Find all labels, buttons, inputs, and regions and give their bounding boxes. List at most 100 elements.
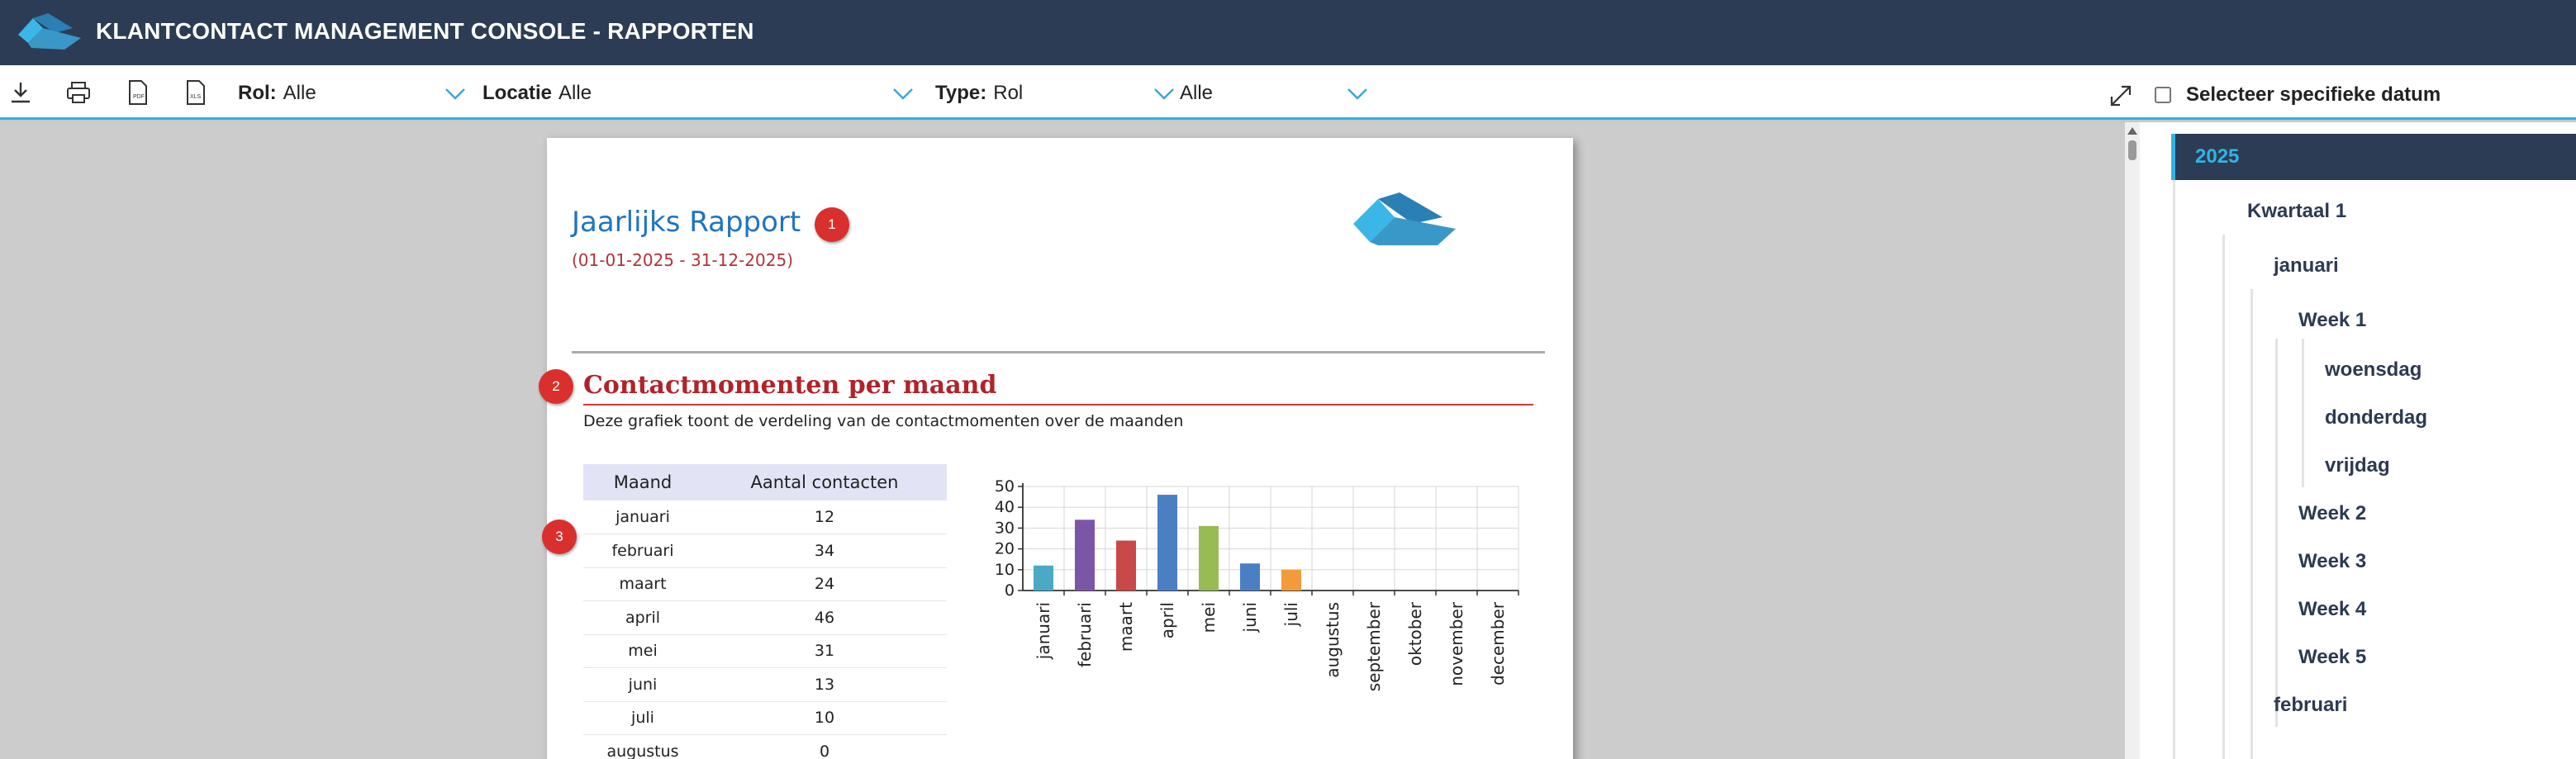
tree-item-week-4[interactable]: Week 4 — [2298, 586, 2366, 633]
table-cell-month: augustus — [583, 734, 702, 759]
locatie-filter[interactable]: Locatie Alle — [482, 77, 592, 110]
tree-item-label: Kwartaal 1 — [2247, 200, 2347, 222]
xls-export-icon[interactable]: XLS — [180, 77, 211, 108]
chevron-down-icon[interactable] — [1152, 83, 1176, 103]
chevron-down-icon[interactable] — [891, 83, 915, 103]
chevron-down-icon[interactable] — [443, 83, 468, 103]
report-title: Jaarlijks Rapport — [572, 206, 801, 239]
app-title: KLANTCONTACT MANAGEMENT CONSOLE - RAPPOR… — [96, 18, 754, 44]
table-cell-month: mei — [583, 634, 702, 668]
tree-item-2025[interactable]: 2025 — [2171, 134, 2576, 180]
tree-item-label: donderdag — [2325, 406, 2427, 429]
bar-maart — [1116, 540, 1136, 591]
type-filter-label: Type: — [935, 82, 987, 104]
x-tick-label: november — [1447, 601, 1466, 686]
title-bar: KLANTCONTACT MANAGEMENT CONSOLE - RAPPOR… — [0, 0, 2576, 65]
annotation-badge-1[interactable]: 1 — [815, 207, 849, 242]
type-filter[interactable]: Type: Rol — [935, 77, 1023, 110]
contacts-table: Maand Aantal contacten januari 12 februar… — [583, 464, 947, 759]
company-logo-icon — [1353, 192, 1456, 245]
x-tick-label: maart — [1116, 602, 1136, 652]
tree-item-januari[interactable]: januari — [2274, 243, 2339, 289]
specific-date-label: Selecteer specifieke datum — [2186, 83, 2441, 106]
table-header-count: Aantal contacten — [702, 464, 947, 500]
report-page: Jaarlijks Rapport 1 (01-01-2025 - 31-12-… — [539, 138, 1573, 759]
table-cell-count: 12 — [702, 500, 947, 534]
table-cell-count: 13 — [702, 667, 947, 702]
x-tick-label: mei — [1199, 602, 1219, 633]
tree-item-kwartaal-1[interactable]: Kwartaal 1 — [2247, 188, 2346, 235]
table-row: januari 12 — [583, 500, 947, 534]
extra-filter[interactable]: Alle — [1180, 77, 1213, 110]
tree-item-vrijdag[interactable]: vrijdag — [2325, 443, 2390, 489]
tree-item-week-1[interactable]: Week 1 — [2298, 297, 2366, 344]
tree-indent-rail — [2222, 235, 2225, 759]
tree-indent-rail — [2275, 339, 2278, 727]
tree-item-donderdag[interactable]: donderdag — [2325, 395, 2427, 441]
tree-item-week-2[interactable]: Week 2 — [2298, 491, 2366, 537]
table-row: augustus 0 — [583, 734, 947, 759]
tree-item-label: Week 3 — [2298, 550, 2367, 572]
tree-item-week-5[interactable]: Week 5 — [2298, 634, 2366, 681]
app-logo-icon — [18, 13, 81, 50]
download-icon[interactable] — [5, 77, 36, 108]
table-header-row: Maand Aantal contacten — [583, 464, 947, 500]
tree-item-label: Week 1 — [2298, 309, 2367, 331]
y-tick-label: 40 — [995, 498, 1015, 516]
table-row: februari 34 — [583, 534, 947, 568]
bar-april — [1157, 495, 1177, 591]
toolbar: PDF XLS Rol: Alle Locatie Alle Type: Rol… — [0, 65, 2576, 120]
tree-item-label: 2025 — [2195, 145, 2240, 168]
viewer-scrollbar[interactable] — [2125, 122, 2140, 759]
table-cell-month: juli — [583, 701, 702, 735]
expand-icon[interactable] — [2107, 82, 2135, 110]
monthly-contacts-chart: 0 10 20 30 40 50 januari februari maart april mei j… — [995, 477, 1519, 691]
tree-indent-rail — [2250, 289, 2253, 759]
x-tick-label: augustus — [1323, 602, 1343, 678]
y-tick-label: 0 — [1005, 581, 1015, 600]
locatie-filter-label: Locatie — [482, 82, 553, 104]
section-description: Deze grafiek toont de verdeling van de c… — [583, 412, 1184, 430]
checkbox-box[interactable] — [2155, 87, 2171, 103]
table-cell-count: 24 — [702, 567, 947, 601]
bar-juni — [1240, 563, 1260, 591]
y-tick-label: 10 — [995, 561, 1015, 579]
x-tick-label: juli — [1281, 602, 1301, 627]
tree-item-label: Week 2 — [2298, 502, 2367, 524]
tree-item-label: Week 5 — [2298, 646, 2367, 668]
annotation-badge-2[interactable]: 2 — [539, 369, 573, 404]
table-cell-count: 10 — [702, 701, 947, 735]
print-icon[interactable] — [63, 77, 94, 108]
tree-item-label: vrijdag — [2325, 454, 2390, 477]
table-cell-count: 0 — [702, 734, 947, 759]
header-divider — [572, 351, 1545, 353]
bar-januari — [1034, 565, 1053, 591]
scroll-up-arrow-icon[interactable] — [2127, 127, 2137, 135]
rol-filter[interactable]: Rol: Alle — [238, 77, 316, 110]
tree-item-label: Week 4 — [2298, 598, 2367, 620]
tree-item-woensdag[interactable]: woensdag — [2325, 347, 2422, 393]
chevron-down-icon[interactable] — [1345, 83, 1370, 103]
specific-date-checkbox[interactable]: Selecteer specifieke datum — [2155, 83, 2441, 107]
table-row: maart 24 — [583, 567, 947, 601]
x-tick-label: december — [1488, 601, 1508, 685]
pdf-export-icon[interactable]: PDF — [122, 77, 154, 108]
table-cell-month: maart — [583, 567, 702, 601]
x-tick-label: januari — [1034, 602, 1053, 660]
x-tick-label: oktober — [1405, 601, 1425, 666]
y-tick-label: 20 — [995, 540, 1015, 558]
tree-item-februari[interactable]: februari — [2274, 682, 2347, 728]
scroll-thumb[interactable] — [2128, 140, 2136, 160]
tree-item-label: woensdag — [2325, 358, 2422, 381]
annotation-badge-3[interactable]: 3 — [542, 519, 577, 554]
tree-indent-rail — [2173, 180, 2175, 759]
tree-item-week-3[interactable]: Week 3 — [2298, 538, 2366, 585]
table-row: juli 10 — [583, 701, 947, 735]
table-cell-month: februari — [583, 534, 702, 568]
x-tick-label: juni — [1240, 602, 1260, 633]
y-tick-label: 30 — [995, 519, 1015, 537]
bar-mei — [1199, 525, 1219, 591]
x-tick-label: september — [1364, 601, 1384, 691]
svg-text:PDF: PDF — [133, 94, 145, 100]
table-row: mei 31 — [583, 634, 947, 668]
